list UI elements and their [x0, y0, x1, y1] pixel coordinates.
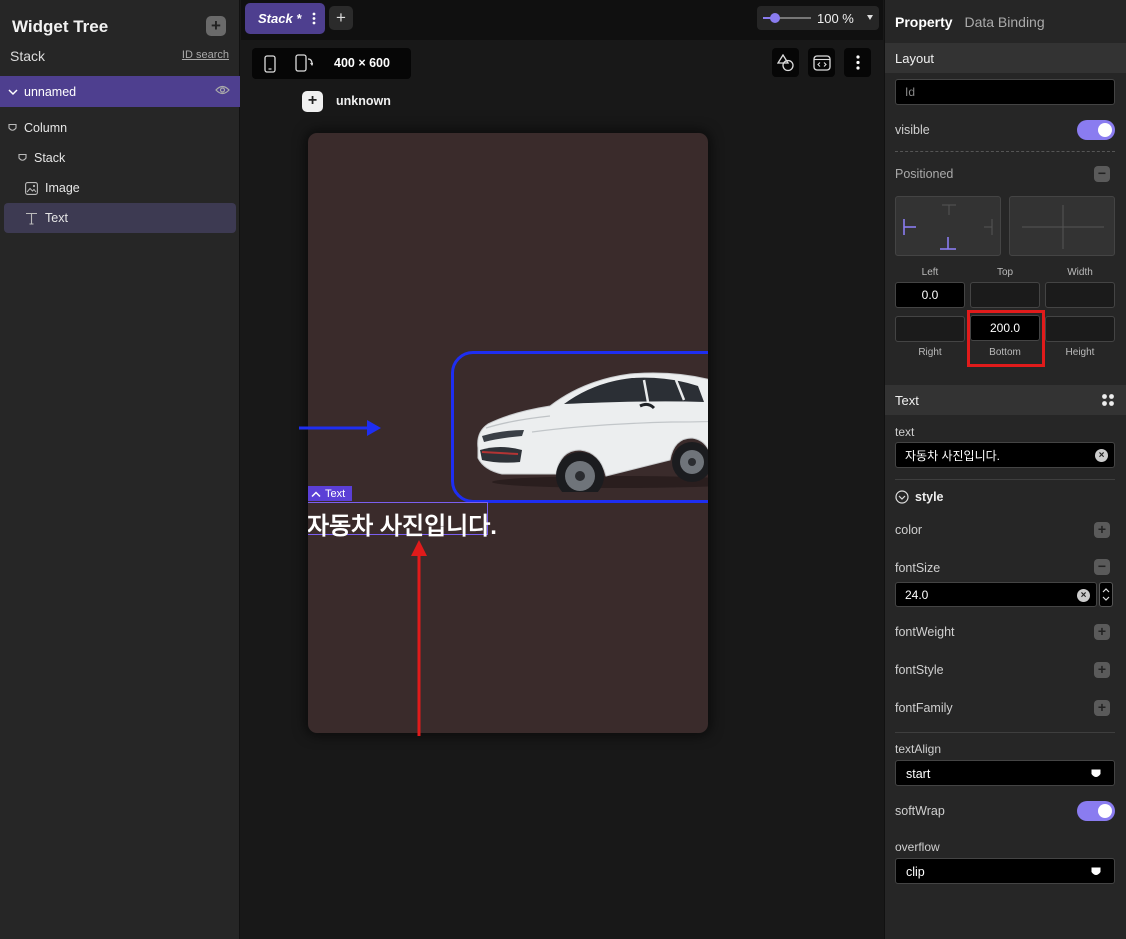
divider [895, 732, 1115, 733]
tree-item-stack[interactable]: Stack [18, 151, 65, 165]
grid-dots-icon[interactable] [1101, 393, 1115, 407]
text-input-value: 자동차 사진입니다. [905, 448, 1000, 463]
tree-item-image[interactable]: Image [25, 181, 80, 195]
font-family-add-button[interactable]: + [1094, 700, 1110, 716]
chevron-circle-down-icon [895, 490, 909, 504]
dropdown-shield-icon [1091, 867, 1101, 875]
tree-item-column[interactable]: Column [8, 121, 67, 135]
right-label: Right [918, 347, 942, 358]
text-align-value: start [906, 767, 931, 781]
visibility-eye-icon[interactable] [215, 84, 230, 96]
dropdown-shield-icon [1091, 769, 1101, 777]
property-panel: Property Data Binding Layout Id visible … [884, 0, 1126, 939]
id-search-link[interactable]: ID search [182, 49, 229, 61]
overflow-value: clip [906, 865, 925, 879]
left-label: Left [921, 267, 939, 278]
tree-root-node[interactable]: unnamed [0, 76, 240, 107]
style-toggle[interactable]: style [895, 490, 944, 504]
image-icon [25, 181, 38, 195]
clear-font-size-icon[interactable]: × [1077, 589, 1090, 602]
height-input[interactable] [1045, 316, 1115, 342]
top-label: Top [996, 267, 1014, 278]
positioned-remove-button[interactable]: − [1094, 166, 1110, 182]
clear-text-icon[interactable]: × [1095, 449, 1108, 462]
tree-item-label: Image [45, 181, 80, 195]
height-label: Height [1065, 347, 1095, 358]
overflow-select[interactable]: clip [895, 858, 1115, 884]
overflow-label: overflow [895, 840, 940, 854]
tree-item-label: Stack [34, 151, 66, 165]
tab-property[interactable]: Property [895, 14, 953, 30]
color-label: color [895, 523, 923, 537]
soft-wrap-toggle[interactable] [1077, 801, 1115, 821]
font-weight-add-button[interactable]: + [1094, 624, 1110, 640]
text-align-label: textAlign [895, 742, 942, 756]
font-size-remove-button[interactable]: − [1094, 559, 1110, 575]
layout-section-title: Layout [895, 50, 935, 66]
width-label: Width [1067, 267, 1093, 278]
size-anchor-editor[interactable] [1009, 196, 1115, 256]
tree-item-label: Text [45, 211, 68, 225]
font-family-label: fontFamily [895, 701, 953, 715]
text-icon [26, 212, 37, 225]
font-size-stepper[interactable] [1099, 582, 1113, 607]
font-weight-label: fontWeight [895, 625, 955, 639]
text-label: text [895, 425, 915, 439]
bottom-highlight-box [967, 310, 1045, 367]
text-section-header[interactable]: Text [885, 385, 1126, 415]
widget-tree-panel: Widget Tree + Stack ID search unnamed Co… [0, 0, 240, 939]
font-style-add-button[interactable]: + [1094, 662, 1110, 678]
anchor-diagram-icon [903, 204, 993, 250]
positioned-label: Positioned [895, 167, 954, 181]
left-value: 0.0 [921, 288, 939, 302]
right-input[interactable] [895, 316, 965, 342]
top-input[interactable] [970, 282, 1040, 308]
tab-data-binding[interactable]: Data Binding [964, 14, 1044, 30]
text-section-title: Text [895, 392, 919, 408]
style-label: style [915, 490, 944, 504]
position-anchor-editor[interactable] [895, 196, 1001, 256]
canvas-area: Stack * + 100 % 400 × 600 + unknown Text… [241, 0, 883, 939]
selected-widget-type: Stack [10, 48, 46, 64]
shield-icon [18, 153, 27, 161]
font-size-value: 24.0 [905, 587, 929, 602]
id-input[interactable]: Id [895, 79, 1115, 105]
visible-label: visible [895, 123, 930, 137]
property-tabs: Property Data Binding [895, 14, 1045, 30]
annotation-arrows [299, 420, 427, 736]
visible-toggle[interactable] [1077, 120, 1115, 140]
left-input[interactable]: 0.0 [895, 282, 965, 308]
font-size-label: fontSize [895, 561, 941, 575]
panel-title: Widget Tree [12, 17, 109, 36]
chevron-down-icon [8, 88, 18, 95]
layout-section-header[interactable]: Layout [885, 43, 1126, 73]
shield-icon [8, 123, 17, 131]
divider [895, 151, 1115, 152]
text-input[interactable]: 자동차 사진입니다. × [895, 442, 1115, 468]
soft-wrap-label: softWrap [895, 804, 945, 818]
tree-root-label: unnamed [24, 84, 77, 99]
text-align-select[interactable]: start [895, 760, 1115, 786]
font-size-input[interactable]: 24.0 × [895, 582, 1097, 607]
width-input[interactable] [1045, 282, 1115, 308]
font-style-label: fontStyle [895, 663, 944, 677]
tree-item-label: Column [24, 121, 68, 135]
stepper-arrows-icon [1102, 588, 1110, 601]
add-widget-button[interactable]: + [206, 16, 226, 36]
divider [895, 479, 1115, 480]
color-add-button[interactable]: + [1094, 522, 1110, 538]
crosshair-icon [1022, 205, 1104, 249]
tree-item-text[interactable]: Text [25, 211, 68, 225]
